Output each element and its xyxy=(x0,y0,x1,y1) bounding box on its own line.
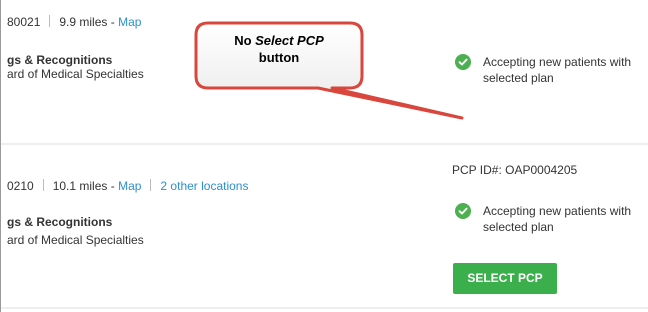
callout-line2: button xyxy=(258,50,300,65)
search-results: 80021 9.9 miles - Map gs & Recognitions a… xyxy=(0,0,648,312)
callout-prefix: No xyxy=(234,33,256,48)
callout-emphasis: Select PCP xyxy=(255,33,324,48)
callout-text: No Select PCP button xyxy=(202,32,356,66)
